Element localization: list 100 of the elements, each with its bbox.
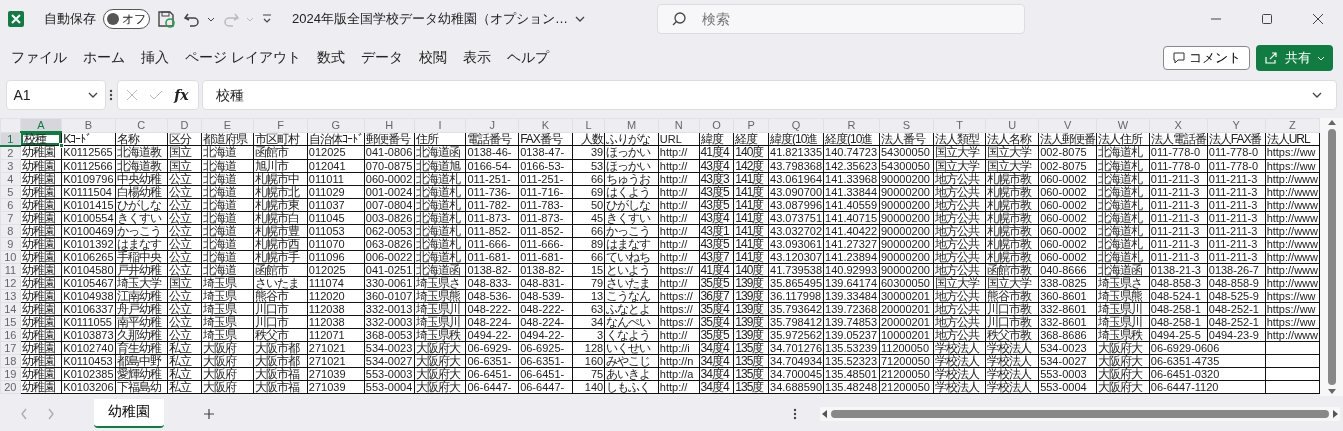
table-cell: 久那幼稚 (115, 328, 168, 341)
customize-icon[interactable] (260, 13, 273, 25)
table-cell: 43度7 (699, 250, 734, 263)
column-header[interactable]: U (986, 118, 1039, 132)
column-header[interactable]: G (307, 118, 365, 132)
table-cell: 公立 (167, 315, 202, 328)
column-header[interactable]: I (414, 118, 466, 132)
menu-item[interactable]: ファイル (3, 45, 76, 71)
table-cell: https:// (658, 289, 700, 302)
column-header[interactable]: W (1096, 118, 1150, 132)
sheet-tab[interactable]: 幼稚園 (94, 399, 164, 428)
scroll-down-icon[interactable] (1326, 388, 1337, 396)
table-cell: 埼玉県 (201, 302, 254, 315)
column-header[interactable]: D (167, 118, 202, 132)
scroll-up-icon[interactable] (1326, 118, 1337, 126)
column-header[interactable]: E (201, 118, 254, 132)
column-header[interactable]: M (604, 118, 659, 132)
autosave-toggle[interactable]: オフ (102, 9, 150, 29)
more-icon[interactable] (793, 406, 797, 421)
column-header[interactable]: K (518, 118, 573, 132)
table-cell: 50 (572, 198, 605, 211)
table-cell: 048-224- (466, 315, 519, 328)
table-cell: http:// (658, 159, 700, 172)
column-header[interactable]: C (115, 118, 168, 132)
table-cell: 79 (572, 276, 605, 289)
column-header[interactable]: Q (768, 118, 824, 132)
horizontal-scrollbar[interactable] (819, 406, 1340, 421)
table-cell: 舟戸幼稚 (115, 302, 168, 315)
table-cell: 国立大学 (933, 276, 986, 289)
table-cell: 112038 (307, 315, 365, 328)
menu-item[interactable]: 表示 (455, 45, 499, 71)
column-header[interactable]: Y (1207, 118, 1266, 132)
formula-field[interactable]: 校種 (201, 80, 1337, 110)
column-header[interactable]: T (933, 118, 986, 132)
table-cell: 048-222- (518, 302, 573, 315)
menu-item[interactable]: 校閲 (411, 45, 455, 71)
close-icon[interactable] (1311, 13, 1324, 25)
column-header[interactable]: R (823, 118, 880, 132)
table-cell: ふりがな (604, 132, 659, 146)
menu-item[interactable]: ページ レイアウト (177, 45, 309, 71)
maximize-icon[interactable] (1260, 13, 1273, 25)
insert-function-button[interactable]: fx (174, 84, 189, 106)
table-cell: 北海道札 (1096, 185, 1150, 198)
save-icon[interactable] (156, 9, 176, 29)
table-cell: 下福島幼 (115, 380, 168, 393)
table-cell: 札幌市教 (986, 224, 1039, 237)
table-cell: K0106265 (61, 250, 115, 263)
table-cell: 041-0806 (364, 145, 415, 159)
table-cell: 北海道 (201, 263, 254, 276)
menu-item[interactable]: 数式 (309, 45, 353, 71)
menu-item[interactable]: データ (353, 45, 411, 71)
document-title: 2024年版全国学校データ幼稚園（オプション… (292, 10, 568, 29)
menu-item[interactable]: ヘルプ (499, 45, 557, 71)
column-header[interactable]: P (733, 118, 769, 132)
table-cell: しもふく (604, 380, 659, 393)
name-box[interactable]: A1 (6, 80, 106, 110)
table-cell: 90000200 (879, 185, 934, 198)
table-cell: 011-782- (466, 198, 519, 211)
table-cell: 90000200 (879, 198, 934, 211)
table-cell: 埼玉大学 (115, 276, 168, 289)
caret-icon[interactable] (207, 15, 215, 23)
comment-icon (1171, 51, 1186, 65)
column-header[interactable]: V (1038, 118, 1097, 132)
share-button[interactable]: 共有 (1256, 45, 1334, 71)
table-cell: http://www (1265, 224, 1320, 237)
table-cell: 公立 (167, 211, 202, 224)
column-header[interactable]: B (61, 118, 115, 132)
table-cell: 012041 (307, 159, 365, 172)
table-cell: https:// (658, 263, 700, 276)
table-cell: 139.33484 (823, 289, 880, 302)
table-cell: 332-8601 (1038, 302, 1097, 315)
column-header[interactable]: S (879, 118, 934, 132)
table-cell: 34.700045 (768, 367, 824, 380)
column-header[interactable]: F (253, 118, 308, 132)
column-header[interactable]: L (572, 118, 605, 132)
table-cell: 43.061964 (768, 172, 824, 185)
scroll-right-icon[interactable] (1331, 408, 1340, 419)
table-cell: 011053 (307, 224, 365, 237)
table-cell: 35度4 (699, 302, 734, 315)
search-field[interactable]: 検索 (656, 4, 1025, 34)
comment-button[interactable]: コメント (1162, 46, 1250, 70)
table-cell: ひがしな (115, 198, 168, 211)
add-sheet-icon[interactable] (203, 407, 215, 420)
column-header[interactable]: H (364, 118, 415, 132)
table-cell: 幼稚園 (20, 328, 62, 341)
table-cell: http:// (658, 250, 700, 263)
menu-item[interactable]: 挿入 (133, 45, 178, 71)
column-header[interactable]: J (466, 118, 519, 132)
table-cell: 160 (572, 354, 605, 367)
column-header[interactable]: A (20, 118, 62, 132)
menu-item[interactable]: ホーム (75, 45, 134, 71)
column-header[interactable]: X (1149, 118, 1208, 132)
more-icon[interactable] (109, 88, 114, 102)
table-cell: http://www (1265, 198, 1320, 211)
fill-handle[interactable] (59, 143, 65, 148)
table-cell: 公立 (167, 250, 202, 263)
vertical-scrollbar[interactable] (1320, 118, 1343, 396)
column-header[interactable]: Z (1265, 118, 1320, 132)
column-header[interactable]: N (658, 118, 700, 132)
column-header[interactable]: O (699, 118, 734, 132)
